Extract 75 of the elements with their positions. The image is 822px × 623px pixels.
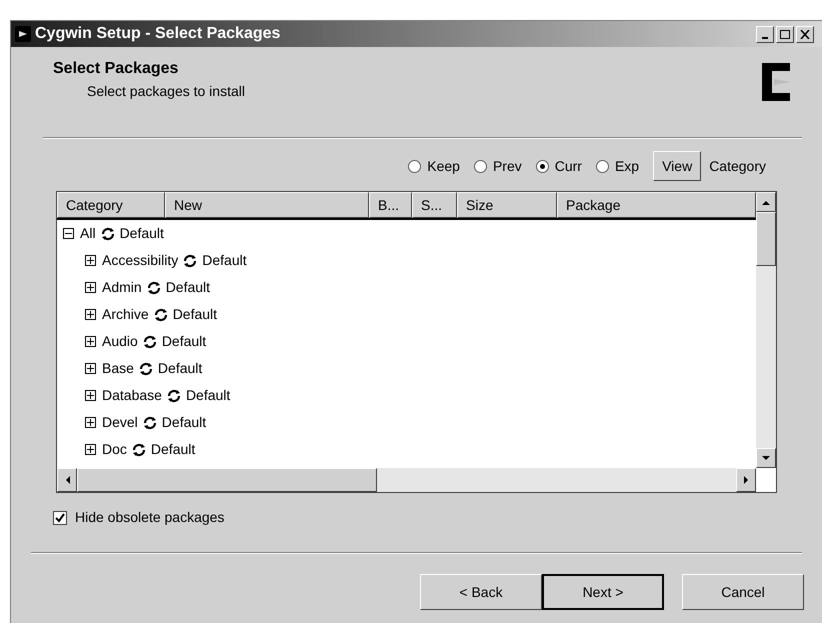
minimize-button[interactable] (756, 26, 774, 42)
maximize-button[interactable] (776, 26, 794, 42)
column-header[interactable]: Category (57, 192, 165, 218)
right-arrow-icon (744, 476, 748, 484)
radio-label: Prev (492, 156, 522, 176)
refresh-icon (142, 334, 158, 348)
status-label: Default (172, 305, 218, 324)
tree-item[interactable]: Doc (102, 439, 127, 460)
refresh-icon (142, 416, 158, 430)
close-icon (800, 30, 810, 38)
column-header[interactable]: Size (457, 192, 557, 218)
page-title: Select Packages (53, 59, 180, 79)
expand-toggle[interactable] (85, 444, 96, 455)
tree-item[interactable]: Accessibility (102, 250, 178, 271)
refresh-icon (152, 308, 169, 322)
status-label: Default (186, 386, 230, 405)
radio-option[interactable]: Curr (536, 156, 582, 176)
maximize-icon (780, 30, 790, 38)
column-header[interactable]: B... (369, 192, 412, 218)
minimize-icon (762, 36, 768, 38)
checkbox-label: Hide obsolete packages (75, 508, 224, 527)
refresh-icon (146, 280, 162, 294)
scroll-thumb[interactable] (756, 212, 776, 266)
dialog-button[interactable]: < Back (420, 574, 542, 610)
checkbox[interactable] (53, 510, 67, 524)
window-title: Cygwin Setup - Select Packages (35, 24, 280, 44)
dialog-button[interactable]: Next > (542, 574, 664, 610)
column-header[interactable]: S... (412, 192, 457, 218)
expand-toggle[interactable] (85, 282, 96, 293)
radio-option[interactable]: Prev (474, 156, 522, 176)
expand-toggle[interactable] (85, 363, 96, 374)
tree-item[interactable]: Base (102, 358, 134, 379)
expand-toggle[interactable] (85, 417, 96, 428)
tree-item[interactable]: Admin (102, 277, 142, 298)
radio-label: Keep (427, 156, 460, 176)
up-arrow-icon (762, 200, 770, 204)
status-label: Default (150, 440, 196, 459)
collapse-toggle[interactable] (63, 228, 74, 239)
expand-toggle[interactable] (85, 336, 96, 347)
horizontal-scrollbar[interactable] (57, 468, 756, 492)
view-button[interactable]: View (653, 151, 702, 181)
page-subtitle: Select packages to install (86, 82, 245, 101)
column-header[interactable]: New (165, 192, 369, 218)
status-label: Default (162, 413, 206, 432)
tree-item[interactable]: Database (102, 385, 162, 406)
radio-label: Exp (614, 156, 640, 176)
tree-item[interactable]: Archive (102, 304, 149, 325)
column-header[interactable]: Package (557, 192, 756, 218)
radio-option[interactable]: Keep (408, 156, 460, 176)
expand-toggle[interactable] (85, 390, 96, 401)
expand-toggle[interactable] (85, 309, 96, 320)
status-label: Default (166, 278, 210, 297)
refresh-icon (100, 226, 116, 240)
view-mode-label: Category (709, 156, 766, 176)
refresh-icon (166, 388, 182, 402)
status-label: Default (158, 359, 202, 378)
tree-item[interactable]: All (80, 223, 96, 244)
app-icon (15, 26, 31, 42)
status-label: Default (202, 251, 247, 270)
dialog-button[interactable]: Cancel (682, 574, 804, 610)
tree-item[interactable]: Devel (102, 412, 138, 433)
radio-label: Curr (554, 156, 582, 176)
vertical-scrollbar[interactable] (756, 192, 776, 468)
refresh-icon (182, 254, 198, 268)
close-button[interactable] (796, 26, 814, 42)
refresh-icon (138, 362, 154, 376)
status-label: Default (120, 224, 164, 243)
status-label: Default (162, 332, 206, 351)
left-arrow-icon (64, 476, 70, 484)
tree-item[interactable]: Audio (102, 331, 138, 352)
scroll-thumb[interactable] (77, 468, 377, 492)
radio-option[interactable]: Exp (596, 156, 640, 176)
expand-toggle[interactable] (85, 255, 96, 266)
refresh-icon (130, 442, 147, 456)
down-arrow-icon (762, 456, 770, 460)
